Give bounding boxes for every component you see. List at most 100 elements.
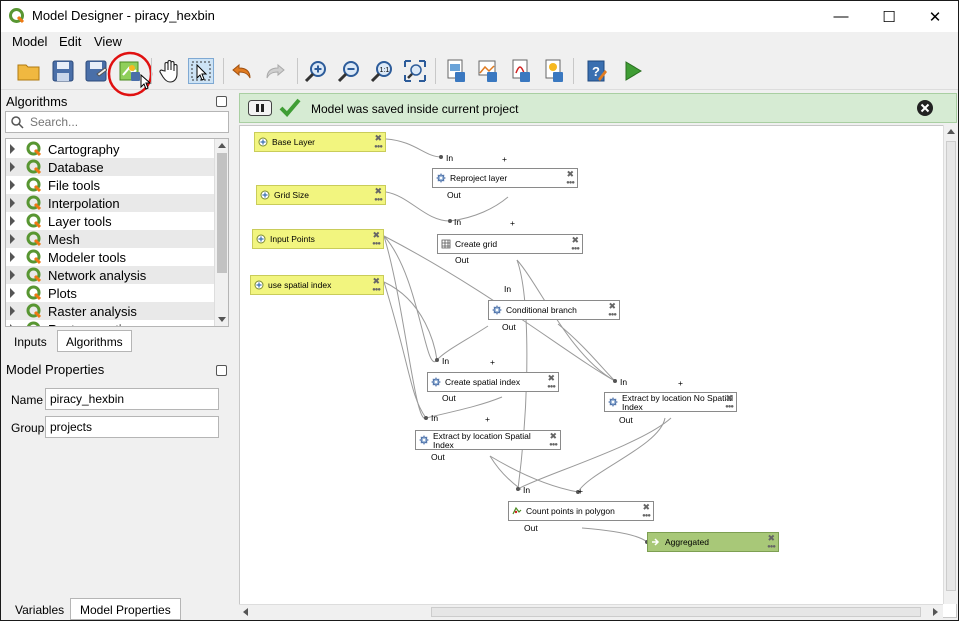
tree-item[interactable]: Database xyxy=(6,158,214,176)
expand-arrow-icon[interactable] xyxy=(10,180,15,190)
open-model-button[interactable] xyxy=(16,58,42,84)
model-name-field[interactable] xyxy=(45,388,219,410)
pan-button[interactable] xyxy=(157,58,183,84)
model-node-cond-branch[interactable]: Conditional branch ✖ ●●● xyxy=(488,300,620,320)
export-python-button[interactable] xyxy=(540,58,566,84)
expand-arrow-icon[interactable] xyxy=(10,216,15,226)
tree-item[interactable]: Cartography xyxy=(6,140,214,158)
node-menu-icon[interactable]: ●●● xyxy=(547,384,556,390)
maximize-button[interactable]: ☐ xyxy=(866,1,912,32)
dismiss-message-icon[interactable] xyxy=(916,99,934,117)
zoom-in-button[interactable] xyxy=(303,58,329,84)
expand-arrow-icon[interactable] xyxy=(10,288,15,298)
canvas-vertical-scrollbar[interactable] xyxy=(943,125,957,604)
tree-item[interactable]: Raster creation xyxy=(6,320,214,326)
node-menu-icon[interactable]: ●●● xyxy=(566,180,575,186)
float-properties-icon[interactable] xyxy=(216,365,227,376)
model-node-grid-size[interactable]: Grid Size ✖ ●●● xyxy=(256,185,386,205)
node-menu-icon[interactable]: ●●● xyxy=(374,197,383,203)
float-panel-icon[interactable] xyxy=(216,96,227,107)
remove-node-icon[interactable]: ✖ xyxy=(372,230,380,240)
menu-model[interactable]: Model xyxy=(12,34,47,49)
tree-item[interactable]: Interpolation xyxy=(6,194,214,212)
minimize-button[interactable]: — xyxy=(818,1,864,32)
tab-inputs[interactable]: Inputs xyxy=(5,330,56,352)
scroll-down-icon[interactable] xyxy=(218,317,226,322)
remove-node-icon[interactable]: ✖ xyxy=(767,533,775,543)
model-canvas[interactable]: Base Layer ✖ ●●● Grid Size ✖ ●●● Input Points ✖… xyxy=(239,125,957,618)
model-node-reproject[interactable]: Reproject layer ✖ ●●● xyxy=(432,168,578,188)
menu-view[interactable]: View xyxy=(94,34,122,49)
model-node-create-grid[interactable]: Create grid ✖ ●●● xyxy=(437,234,583,254)
redo-button[interactable] xyxy=(262,58,288,84)
canvas-scroll-up-icon[interactable] xyxy=(947,129,955,134)
algorithm-search-box[interactable] xyxy=(5,111,229,133)
expand-arrow-icon[interactable] xyxy=(10,234,15,244)
run-model-button[interactable] xyxy=(620,58,646,84)
model-node-count-points[interactable]: Count points in polygon ✖ ●●● xyxy=(508,501,654,521)
save-model-button[interactable] xyxy=(50,58,76,84)
undo-button[interactable] xyxy=(229,58,255,84)
remove-node-icon[interactable]: ✖ xyxy=(571,235,579,245)
expand-arrow-icon[interactable] xyxy=(10,270,15,280)
node-menu-icon[interactable]: ●●● xyxy=(571,246,580,252)
tree-item[interactable]: Plots xyxy=(6,284,214,302)
remove-node-icon[interactable]: ✖ xyxy=(549,431,557,441)
model-group-input[interactable] xyxy=(46,417,218,437)
tree-item[interactable]: Modeler tools xyxy=(6,248,214,266)
remove-node-icon[interactable]: ✖ xyxy=(725,393,733,403)
export-pdf-button[interactable] xyxy=(507,58,533,84)
node-menu-icon[interactable]: ●●● xyxy=(767,544,776,550)
tree-item[interactable]: Raster analysis xyxy=(6,302,214,320)
select-button[interactable] xyxy=(188,58,214,84)
node-menu-icon[interactable]: ●●● xyxy=(372,241,381,247)
close-window-button[interactable]: ✕ xyxy=(912,1,958,32)
tab-model-properties[interactable]: Model Properties xyxy=(70,598,181,620)
canvas-vscroll-thumb[interactable] xyxy=(946,141,956,591)
edit-help-button[interactable]: ? xyxy=(583,58,609,84)
remove-node-icon[interactable]: ✖ xyxy=(608,301,616,311)
zoom-full-button[interactable] xyxy=(402,58,428,84)
model-node-aggregated[interactable]: Aggregated ✖ ●●● xyxy=(647,532,779,552)
tree-scrollbar[interactable] xyxy=(214,139,228,326)
model-group-field[interactable] xyxy=(45,416,219,438)
search-input[interactable] xyxy=(28,114,224,130)
remove-node-icon[interactable]: ✖ xyxy=(642,502,650,512)
tab-variables[interactable]: Variables xyxy=(5,598,74,620)
model-node-input-points[interactable]: Input Points ✖ ●●● xyxy=(252,229,384,249)
remove-node-icon[interactable]: ✖ xyxy=(374,186,382,196)
expand-arrow-icon[interactable] xyxy=(10,144,15,154)
zoom-out-button[interactable] xyxy=(336,58,362,84)
node-menu-icon[interactable]: ●●● xyxy=(549,442,558,448)
tree-item[interactable]: Mesh xyxy=(6,230,214,248)
expand-arrow-icon[interactable] xyxy=(10,198,15,208)
canvas-hscroll-thumb[interactable] xyxy=(431,607,921,617)
model-node-extract-no-index[interactable]: Extract by location No Spatial Index ✖ ●●● xyxy=(604,392,737,412)
scroll-up-icon[interactable] xyxy=(218,143,226,148)
tree-item[interactable]: Network analysis xyxy=(6,266,214,284)
expand-arrow-icon[interactable] xyxy=(10,162,15,172)
tab-algorithms[interactable]: Algorithms xyxy=(57,330,132,352)
tree-item[interactable]: File tools xyxy=(6,176,214,194)
zoom-actual-button[interactable]: 1:1 xyxy=(369,58,395,84)
scroll-thumb[interactable] xyxy=(217,153,227,273)
remove-node-icon[interactable]: ✖ xyxy=(372,276,380,286)
remove-node-icon[interactable]: ✖ xyxy=(566,169,574,179)
node-menu-icon[interactable]: ●●● xyxy=(608,312,617,318)
model-name-input[interactable] xyxy=(46,389,218,409)
menu-edit[interactable]: Edit xyxy=(59,34,81,49)
remove-node-icon[interactable]: ✖ xyxy=(374,133,382,143)
canvas-horizontal-scrollbar[interactable] xyxy=(239,604,943,618)
export-image-button[interactable] xyxy=(442,58,468,84)
model-node-extract-index[interactable]: Extract by location Spatial Index ✖ ●●● xyxy=(415,430,561,450)
expand-arrow-icon[interactable] xyxy=(10,306,15,316)
remove-node-icon[interactable]: ✖ xyxy=(547,373,555,383)
export-pdf-image-button[interactable] xyxy=(474,58,500,84)
canvas-scroll-right-icon[interactable] xyxy=(933,608,938,616)
pause-icon[interactable] xyxy=(248,100,272,116)
model-node-use-spatial-index[interactable]: use spatial index ✖ ●●● xyxy=(250,275,384,295)
model-node-spatial-index[interactable]: Create spatial index ✖ ●●● xyxy=(427,372,559,392)
canvas-scroll-left-icon[interactable] xyxy=(243,608,248,616)
node-menu-icon[interactable]: ●●● xyxy=(372,287,381,293)
expand-arrow-icon[interactable] xyxy=(10,324,15,326)
